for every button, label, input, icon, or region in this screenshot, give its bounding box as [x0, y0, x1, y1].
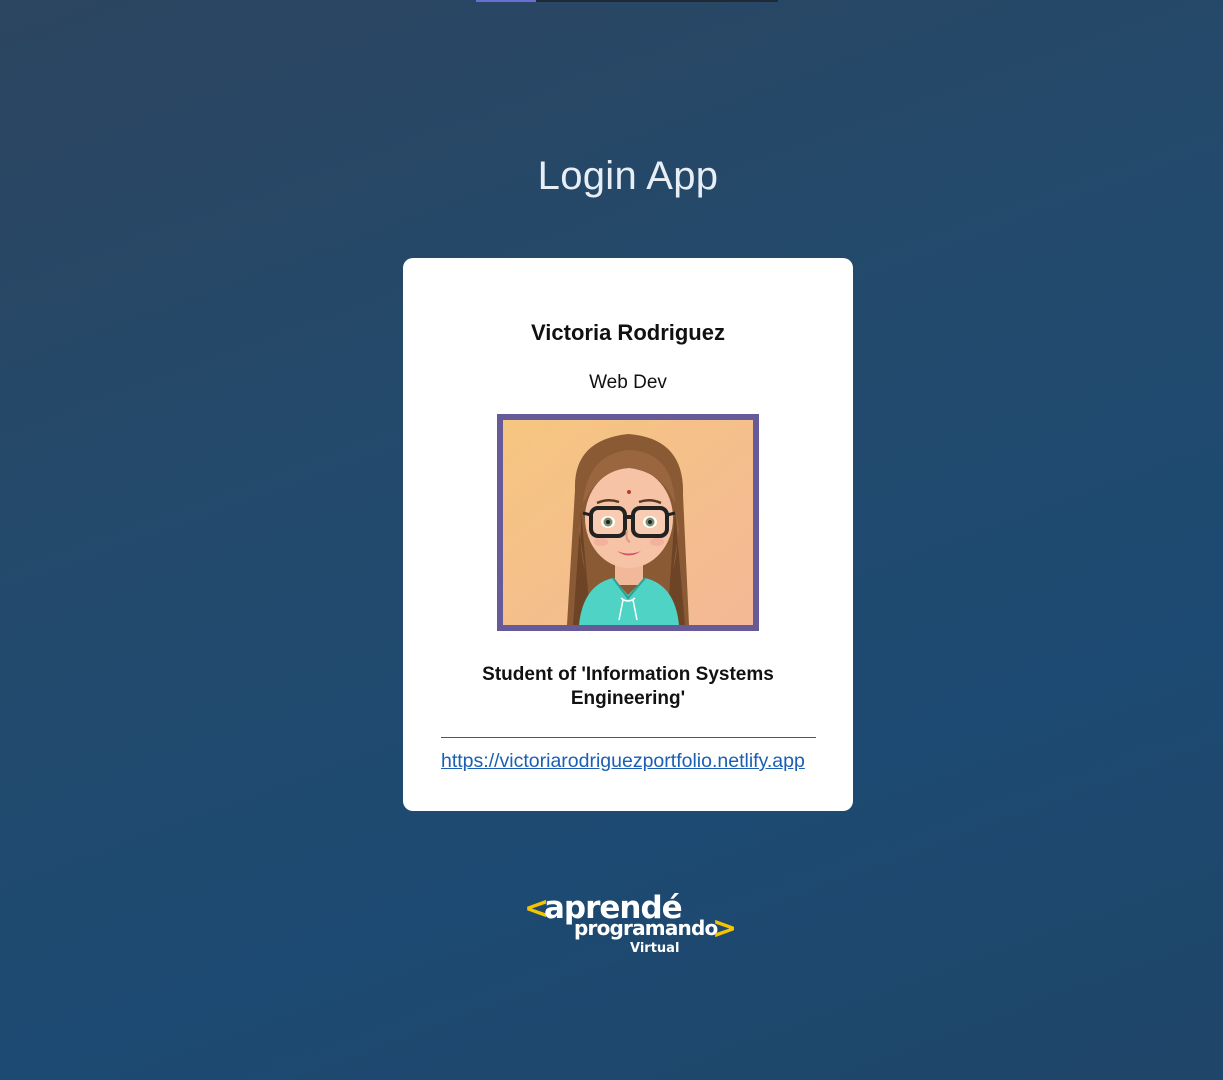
logo-right-chevron: > — [712, 911, 734, 946]
loading-bar — [476, 0, 778, 2]
logo-line-3: Virtual — [630, 941, 679, 956]
aprende-programando-logo: < aprendé programando > Virtual — [524, 884, 734, 960]
profile-name: Victoria Rodriguez — [531, 320, 725, 345]
profile-role: Web Dev — [589, 372, 667, 393]
logo-line-2: programando — [574, 916, 717, 940]
page-title: Login App — [537, 154, 719, 198]
avatar — [497, 414, 759, 631]
loading-bar-progress — [476, 0, 537, 2]
avatar-illustration-icon — [503, 420, 753, 625]
profile-card: Victoria Rodriguez Web Dev Student of 'I… — [403, 258, 853, 811]
card-divider — [441, 737, 816, 738]
portfolio-link[interactable]: https://victoriarodriguezportfolio.netli… — [441, 750, 805, 773]
profile-description: Student of 'Information Systems Engineer… — [482, 664, 774, 709]
